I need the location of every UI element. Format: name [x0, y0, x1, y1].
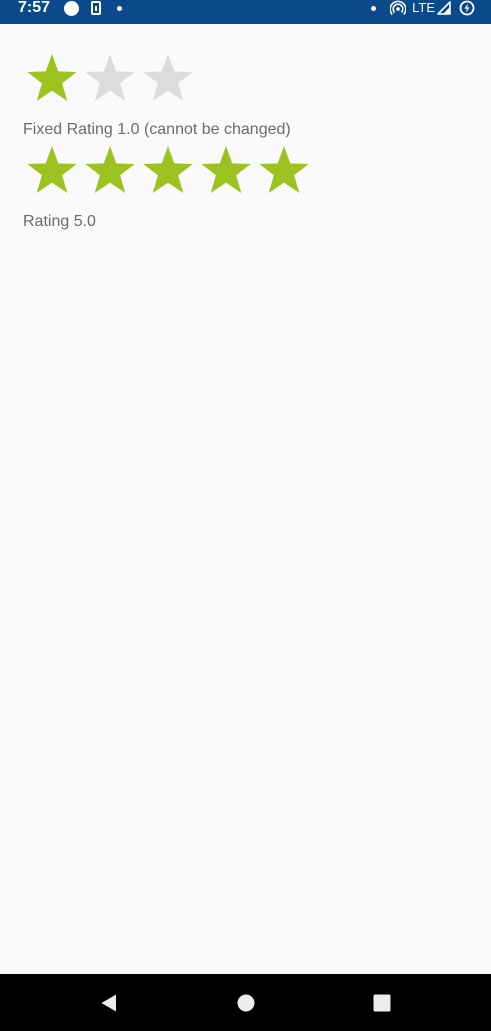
back-icon: [101, 994, 116, 1012]
status-bar: 7:57 LTE: [0, 0, 491, 24]
battery-charging-icon: [459, 0, 475, 16]
notification-circle-icon: [64, 0, 79, 16]
fixed-rating-bar: [23, 52, 197, 106]
star-filled-icon[interactable]: [197, 144, 255, 198]
star-filled-icon[interactable]: [139, 144, 197, 198]
more-notifications-icon: [117, 5, 122, 11]
rating-bar[interactable]: [23, 144, 313, 198]
star-filled-icon: [27, 54, 77, 102]
fixed-rating-label: Fixed Rating 1.0 (cannot be changed): [23, 121, 291, 138]
navigation-bar: [0, 974, 491, 1031]
signal-icon: [437, 1, 451, 15]
status-time: 7:57: [18, 0, 51, 16]
recents-icon: [373, 994, 391, 1012]
rating-value-label: Rating 5.0: [23, 213, 96, 230]
home-icon: [237, 994, 255, 1012]
back-button[interactable]: [98, 992, 120, 1014]
app-screen: 7:57 LTE Fixed Rating 1.0 (cannot be cha…: [0, 0, 491, 1031]
system-icons: LTE: [371, 0, 475, 16]
recents-button[interactable]: [371, 992, 393, 1014]
home-button[interactable]: [235, 992, 257, 1014]
more-status-icon: [371, 5, 377, 11]
star-empty-icon: [85, 54, 135, 102]
hotspot-icon: [390, 0, 407, 16]
notification-icons: [64, 0, 122, 16]
star-empty-icon: [143, 54, 193, 102]
star-filled-icon[interactable]: [23, 144, 81, 198]
network-type-label: LTE: [412, 0, 435, 15]
star-filled-icon[interactable]: [255, 144, 313, 198]
star-filled-icon[interactable]: [81, 144, 139, 198]
sim-card-icon: [91, 1, 101, 15]
